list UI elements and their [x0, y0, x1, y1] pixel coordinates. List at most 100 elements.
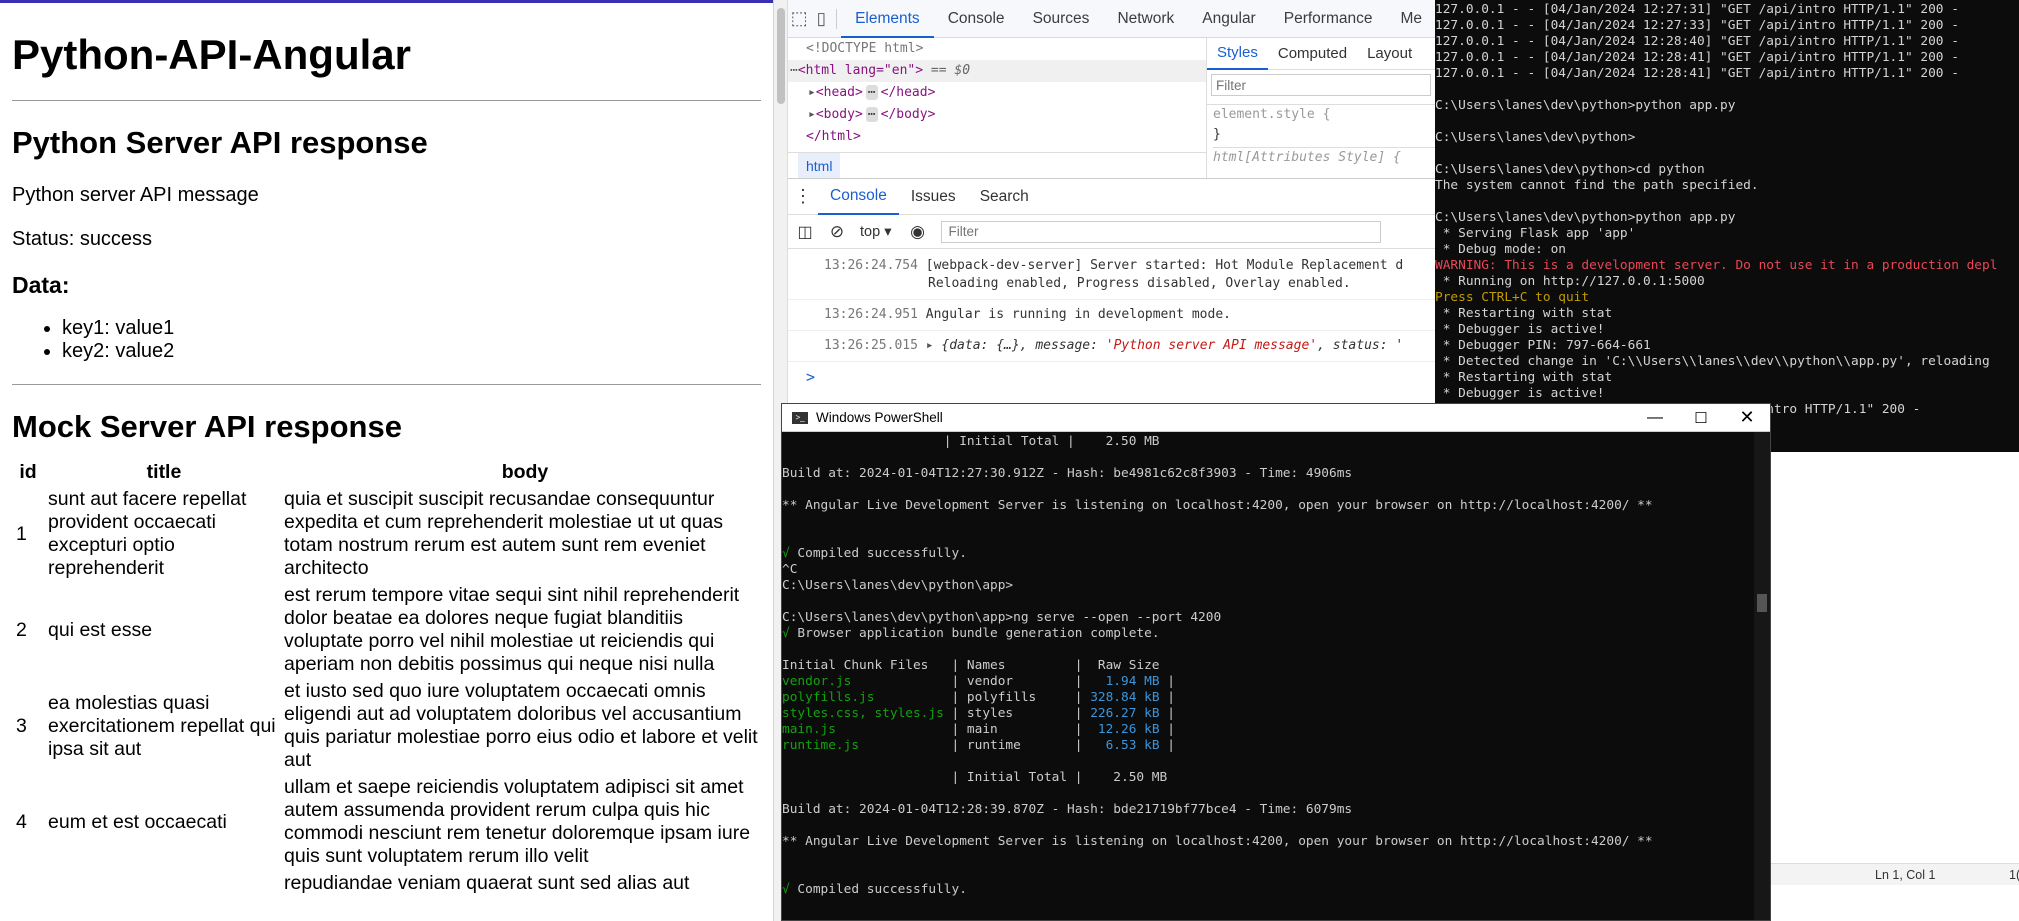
- cursor-position: Ln 1, Col 1: [1875, 868, 1936, 882]
- console-message: 13:26:24.754 [webpack-dev-server] Server…: [788, 249, 1435, 300]
- dom-html-node[interactable]: ⋯<html lang="en"> == $0: [788, 60, 1206, 82]
- terminal-line: C:\Users\lanes\dev\python>python app.py: [1435, 98, 1736, 113]
- tab-memory[interactable]: Me: [1386, 0, 1435, 38]
- minimize-icon[interactable]: —: [1632, 409, 1678, 427]
- drawer-tab-search[interactable]: Search: [968, 188, 1041, 206]
- terminal-text: 328.84 kB: [1090, 690, 1160, 705]
- terminal-text: Compiled successfully.: [789, 546, 967, 561]
- device-toolbar-icon[interactable]: ▯: [810, 9, 832, 29]
- context-selector[interactable]: top ▾: [852, 224, 899, 240]
- dom-head-node[interactable]: ▸<head> ⋯ </head>: [788, 82, 1206, 104]
- collapsed-ellipsis[interactable]: ⋯: [865, 107, 878, 122]
- powershell-titlebar[interactable]: >_ Windows PowerShell — ☐ ✕: [782, 404, 1770, 432]
- drawer-menu-icon[interactable]: ⋮: [788, 186, 818, 207]
- powershell-scrollbar[interactable]: [1754, 432, 1770, 920]
- terminal-text: |: [1159, 722, 1175, 737]
- terminal-line: ^C: [782, 562, 1770, 578]
- terminal-text: √: [782, 546, 790, 561]
- chevron-down-icon: ▾: [884, 223, 892, 240]
- console-prompt[interactable]: >: [788, 362, 1435, 386]
- drawer-tab-issues[interactable]: Issues: [899, 188, 968, 206]
- terminal-text: √: [782, 882, 790, 897]
- expand-triangle-icon[interactable]: ▸: [926, 338, 934, 353]
- terminal-line: 127.0.0.1 - - [04/Jan/2024 12:27:31] "GE…: [1435, 2, 1959, 17]
- table-cell-body: ullam et saepe reiciendis voluptatem adi…: [284, 776, 751, 867]
- scrollbar-thumb[interactable]: [1757, 594, 1767, 612]
- terminal-line: WARNING: This is a development server. D…: [1435, 258, 1998, 273]
- powershell-output: | Initial Total | 2.50 MB Build at: 2024-…: [782, 432, 1770, 898]
- terminal-text: Build at: 2024-01-04T12:28:39.870Z - Has…: [782, 802, 1353, 817]
- terminal-text: vendor.js: [782, 674, 944, 689]
- console-timestamp: 13:26:24.754: [824, 258, 918, 273]
- terminal-line: runtime.js | runtime | 6.53 kB |: [782, 738, 1770, 754]
- dom-html-tag: <html lang="en">: [797, 63, 924, 78]
- table-cell-body: quia et suscipit suscipit recusandae con…: [284, 488, 724, 579]
- tab-sources[interactable]: Sources: [1019, 0, 1104, 38]
- tab-layout[interactable]: Layout: [1357, 45, 1422, 62]
- tab-console[interactable]: Console: [934, 0, 1019, 38]
- terminal-text: styles.css, styles.js: [782, 706, 944, 721]
- column-header-id: id: [19, 461, 37, 483]
- tab-performance[interactable]: Performance: [1270, 0, 1387, 38]
- element-style-close: }: [1213, 127, 1221, 142]
- terminal-line: ** Angular Live Development Server is li…: [782, 498, 1770, 514]
- terminal-line: C:\Users\lanes\dev\python>python app.py: [1435, 210, 1736, 225]
- styles-filter-input[interactable]: [1211, 74, 1431, 96]
- dom-body-tag: <body>: [815, 107, 863, 122]
- sidebar-toggle-icon[interactable]: ◫: [788, 222, 822, 242]
- data-list-item: key2: value2: [62, 340, 761, 363]
- console-timestamp: 13:26:24.951: [824, 307, 918, 322]
- table-cell-title: qui est esse: [48, 618, 153, 641]
- terminal-line: vendor.js | vendor | 1.94 MB |: [782, 674, 1770, 690]
- scrollbar-thumb[interactable]: [777, 8, 785, 104]
- eye-icon[interactable]: ◉: [899, 222, 935, 242]
- tab-computed[interactable]: Computed: [1268, 45, 1357, 62]
- expand-triangle-icon[interactable]: ▸: [808, 85, 816, 100]
- console-filter-input[interactable]: [941, 220, 1382, 243]
- tab-angular[interactable]: Angular: [1188, 0, 1269, 38]
- collapsed-ellipsis[interactable]: ⋯: [865, 85, 878, 100]
- terminal-text: |: [1159, 674, 1175, 689]
- python-section-heading: Python Server API response: [12, 125, 428, 160]
- table-row: repudiandae veniam quaerat sunt sed alia…: [12, 872, 766, 895]
- console-message[interactable]: 13:26:25.015 ▸ {data: {…}, message: 'Pyt…: [788, 331, 1435, 362]
- terminal-text: |: [1159, 690, 1175, 705]
- flask-terminal: 127.0.0.1 - - [04/Jan/2024 12:27:31] "GE…: [1435, 0, 2019, 452]
- table-header-row: id title body: [12, 461, 766, 484]
- powershell-window[interactable]: >_ Windows PowerShell — ☐ ✕ | Initial To…: [781, 403, 1771, 921]
- table-cell-title: eum et est occaecati: [48, 810, 227, 833]
- maximize-icon[interactable]: ☐: [1678, 409, 1724, 427]
- tab-network[interactable]: Network: [1103, 0, 1188, 38]
- terminal-line: √ Browser application bundle generation …: [782, 626, 1770, 642]
- terminal-line: * Serving Flask app 'app': [1435, 226, 1636, 241]
- breadcrumb-html[interactable]: html: [798, 153, 841, 179]
- expand-triangle-icon[interactable]: ▸: [808, 107, 816, 122]
- terminal-text: Browser application bundle generation co…: [789, 626, 1160, 641]
- table-cell-body: et iusto sed quo iure voluptatem occaeca…: [284, 680, 758, 771]
- inspect-icon[interactable]: ⬚: [788, 8, 810, 29]
- terminal-text: ^C: [782, 562, 798, 577]
- data-heading: Data:: [12, 272, 70, 298]
- page-title: Python-API-Angular: [12, 31, 411, 78]
- styles-pane: Styles Computed Layout element.style { }…: [1206, 38, 1435, 178]
- terminal-text: |: [1159, 738, 1175, 753]
- clear-console-icon[interactable]: ⊘: [822, 222, 852, 242]
- close-icon[interactable]: ✕: [1724, 407, 1770, 428]
- attribute-style-rule: html[Attributes Style] {: [1213, 147, 1435, 168]
- terminal-text: | vendor |: [943, 674, 1098, 689]
- element-style-rule: element.style {: [1213, 107, 1331, 122]
- terminal-text: ** Angular Live Development Server is li…: [782, 498, 1653, 513]
- dom-head-close: </head>: [880, 85, 936, 100]
- dom-body-node[interactable]: ▸<body> ⋯ </body>: [788, 104, 1206, 126]
- console-text: Angular is running in development mode.: [925, 307, 1231, 322]
- status-extra: 1(: [2009, 868, 2019, 882]
- tab-elements[interactable]: Elements: [841, 0, 934, 38]
- tab-styles[interactable]: Styles: [1207, 38, 1268, 70]
- terminal-line: √ Compiled successfully.: [782, 546, 1770, 562]
- terminal-line: The system cannot find the path specifie…: [1435, 178, 1759, 193]
- powershell-icon: >_: [792, 411, 808, 424]
- ellipsis-icon[interactable]: ⋯: [790, 63, 798, 78]
- drawer-tab-console[interactable]: Console: [818, 179, 899, 215]
